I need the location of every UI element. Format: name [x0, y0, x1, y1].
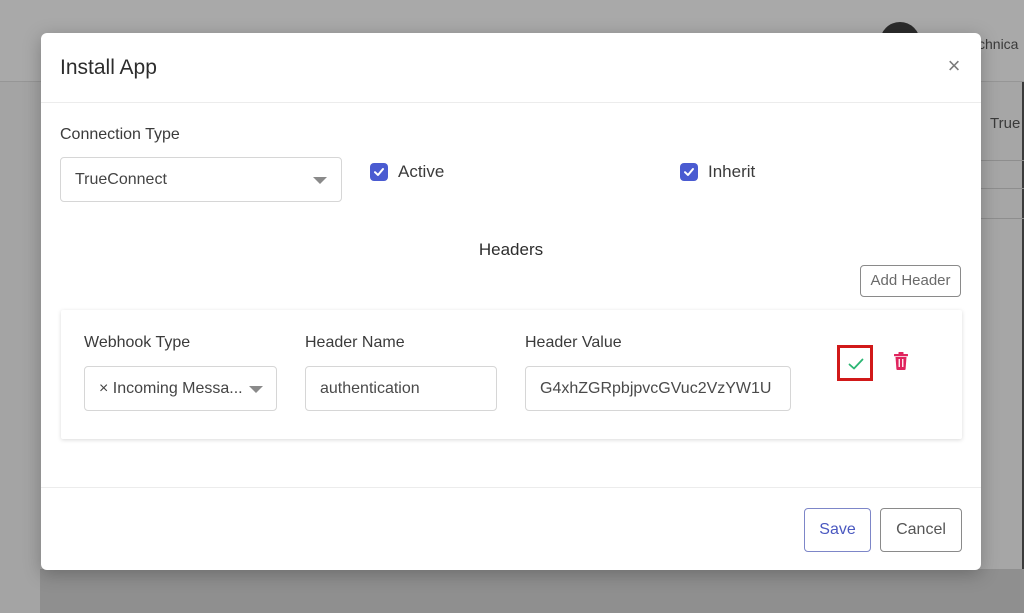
header-name-value: authentication [320, 379, 420, 397]
connection-type-select[interactable]: TrueConnect [60, 157, 342, 202]
connection-type-value: TrueConnect [75, 170, 167, 188]
chevron-down-icon [249, 386, 263, 393]
modal-title: Install App [60, 56, 157, 79]
header-row-card: Webhook Type × Incoming Messa... Header … [61, 310, 962, 439]
table-cell-text: True [990, 115, 1021, 132]
checkmark-icon [848, 358, 864, 370]
header-name-label: Header Name [305, 334, 405, 351]
table-divider [980, 160, 1024, 161]
inherit-checkbox[interactable] [680, 163, 698, 181]
headers-title: Headers [478, 240, 544, 259]
active-label: Active [398, 162, 445, 181]
header-value-input[interactable]: G4xhZGRpbjpvcGVuc2VzYW1U [525, 366, 791, 411]
webhook-type-value: × Incoming Messa... [99, 379, 242, 397]
webhook-type-select[interactable]: × Incoming Messa... [84, 366, 277, 411]
chevron-down-icon [313, 177, 327, 184]
install-app-modal: Install App × Connection Type TrueConnec… [41, 33, 981, 570]
cancel-button[interactable]: Cancel [880, 508, 962, 552]
header-value-value: G4xhZGRpbjpvcGVuc2VzYW1U [540, 379, 772, 397]
modal-header: Install App × [41, 33, 981, 103]
check-icon [684, 168, 694, 176]
trash-icon[interactable] [893, 352, 909, 370]
user-name: chnica [978, 36, 1019, 52]
connection-type-label: Connection Type [60, 126, 180, 143]
close-icon[interactable]: × [943, 55, 965, 77]
active-checkbox[interactable] [370, 163, 388, 181]
add-header-button[interactable]: Add Header [860, 265, 961, 297]
check-icon [374, 168, 384, 176]
header-value-label: Header Value [525, 334, 622, 351]
modal-footer: Save Cancel [41, 487, 981, 570]
app-footer [40, 569, 1024, 613]
inherit-label: Inherit [708, 162, 756, 181]
webhook-type-label: Webhook Type [84, 334, 191, 351]
confirm-header-button[interactable] [837, 345, 873, 381]
save-button[interactable]: Save [804, 508, 871, 552]
app-sidebar [0, 82, 40, 613]
header-name-input[interactable]: authentication [305, 366, 497, 411]
table-divider [980, 218, 1024, 219]
table-divider [980, 188, 1024, 189]
